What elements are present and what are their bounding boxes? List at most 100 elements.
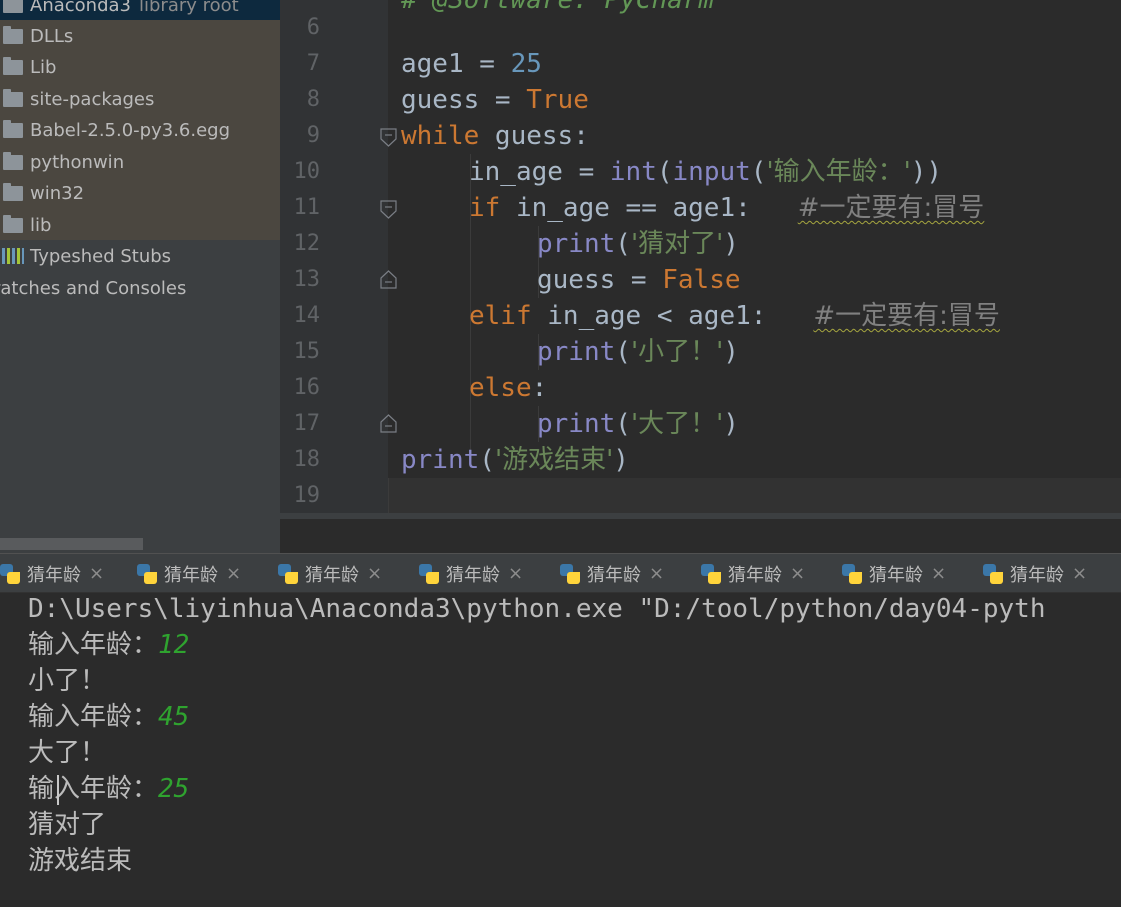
close-icon[interactable]: × <box>790 563 805 584</box>
folder-icon <box>3 151 23 170</box>
code-editor[interactable]: # @Software: PyCharm 6 7 8 9 10 11 12 13… <box>280 0 1121 517</box>
run-tab[interactable]: 猜年龄 × <box>137 554 278 593</box>
python-run-icon <box>137 563 157 584</box>
editor-horizontal-scrollbar[interactable] <box>280 513 1121 519</box>
console-prompt-line: 输入年龄：12 <box>28 627 189 663</box>
tree-item-label: Typeshed Stubs <box>30 245 172 267</box>
code-line-8[interactable]: guess = True <box>401 82 589 118</box>
run-tab-label: 猜年龄 <box>1010 564 1064 586</box>
close-icon[interactable]: × <box>931 563 946 584</box>
run-tab[interactable]: 猜年龄 × <box>0 554 141 593</box>
python-run-icon <box>842 563 862 584</box>
token-string: '小了！' <box>630 337 724 367</box>
code-line-16[interactable]: else: <box>469 370 547 406</box>
token-number: 25 <box>510 49 542 79</box>
current-line-highlight <box>388 478 1121 514</box>
console-output-line: 猜对了 <box>28 810 107 840</box>
tree-item-babel-egg[interactable]: Babel-2.5.0-py3.6.egg <box>0 115 280 145</box>
close-icon[interactable]: × <box>1072 563 1087 584</box>
indent-guide <box>388 478 389 514</box>
token-paren: ) <box>723 229 739 259</box>
run-tab[interactable]: 猜年龄 × <box>419 554 560 593</box>
console-prompt-line: 输入年龄：45 <box>28 699 189 735</box>
token-builtin: print <box>537 229 616 259</box>
run-console-output[interactable]: D:\Users\liyinhua\Anaconda3\python.exe "… <box>0 593 1121 907</box>
run-tab-label: 猜年龄 <box>587 564 641 586</box>
project-tree-panel[interactable]: Anaconda3 library root DLLs Lib site-pac… <box>0 0 280 553</box>
token-paren: ) <box>723 409 739 439</box>
tree-item-typeshed-stubs[interactable]: Typeshed Stubs <box>0 241 280 271</box>
token-comment: #一定要有:冒号 <box>813 301 1000 331</box>
folder-icon <box>3 119 23 138</box>
tree-item-pythonwin[interactable]: pythonwin <box>0 147 280 177</box>
token-paren: ( <box>615 229 631 259</box>
run-tab[interactable]: 猜年龄 × <box>278 554 419 593</box>
python-run-icon <box>419 563 439 584</box>
token-text: in_age < age1: <box>531 301 814 331</box>
fold-end-marker-icon[interactable] <box>380 270 397 289</box>
line-number: 17 <box>293 411 321 436</box>
line-number: 8 <box>306 87 320 112</box>
line-number: 10 <box>293 159 321 184</box>
line-number: 7 <box>306 51 320 76</box>
close-icon[interactable]: × <box>508 563 523 584</box>
close-icon[interactable]: × <box>89 563 104 584</box>
tree-item-lib-lower[interactable]: lib <box>0 210 280 240</box>
code-line-15[interactable]: print('小了！') <box>537 334 739 370</box>
token-keyword: if <box>469 193 501 223</box>
folder-icon <box>3 25 23 44</box>
token-variable: in_age <box>469 157 563 187</box>
code-line-7[interactable]: age1 = 25 <box>401 46 542 82</box>
token-string: '游戏结束' <box>494 445 614 475</box>
token-builtin: int <box>609 157 657 187</box>
token-string: '输入年龄：' <box>766 157 911 187</box>
code-line-11[interactable]: if in_age == age1: #一定要有:冒号 <box>469 190 984 226</box>
token-variable: guess <box>401 85 480 115</box>
close-icon[interactable]: × <box>226 563 241 584</box>
token-operator: = <box>463 49 511 79</box>
console-prompt-line: 输入年龄：25 <box>28 771 189 807</box>
run-tab[interactable]: 猜年龄 × <box>701 554 842 593</box>
tree-item-dlls[interactable]: DLLs <box>0 21 280 51</box>
code-line-10[interactable]: in_age = int(input('输入年龄：')) <box>469 154 942 190</box>
tree-item-lib[interactable]: Lib <box>0 52 280 82</box>
token-paren: ( <box>479 445 495 475</box>
code-line-17[interactable]: print('大了！') <box>537 406 739 442</box>
token-paren: ( <box>750 157 767 187</box>
fold-marker-icon[interactable] <box>380 200 397 219</box>
code-line-14[interactable]: elif in_age < age1: #一定要有:冒号 <box>469 298 1000 334</box>
token-keyword: while <box>401 121 480 151</box>
tree-item-site-packages[interactable]: site-packages <box>0 84 280 114</box>
run-tab[interactable]: 猜年龄 × <box>560 554 701 593</box>
fold-marker-icon[interactable] <box>380 128 397 147</box>
token-variable: age1 <box>401 49 464 79</box>
tree-item-label: Anaconda3 <box>30 0 131 16</box>
run-tab[interactable]: 猜年龄 × <box>842 554 983 593</box>
code-line-12[interactable]: print('猜对了') <box>537 226 739 262</box>
run-tab[interactable]: 猜年龄 × <box>983 554 1121 593</box>
tree-item-scratches[interactable]: ratches and Consoles <box>0 273 273 303</box>
sidebar-horizontal-scrollbar[interactable] <box>0 538 143 550</box>
token-operator: = <box>479 85 527 115</box>
token-keyword: True <box>526 85 589 115</box>
code-line-18[interactable]: print('游戏结束') <box>401 442 629 478</box>
token-paren: ( <box>656 157 673 187</box>
code-line-9[interactable]: while guess: <box>401 118 589 154</box>
console-output-line: 游戏结束 <box>28 846 133 876</box>
console-user-input: 25 <box>158 774 190 804</box>
tree-item-label: site-packages <box>30 88 155 110</box>
close-icon[interactable]: × <box>367 563 382 584</box>
line-number: 13 <box>293 267 321 292</box>
tree-item-label: DLLs <box>30 25 74 47</box>
tree-item-label: Lib <box>30 56 57 78</box>
run-tab-label: 猜年龄 <box>446 564 500 586</box>
line-number: 9 <box>306 123 320 148</box>
token-string: '大了！' <box>630 409 724 439</box>
tree-item-win32[interactable]: win32 <box>0 178 280 208</box>
tree-item-label: pythonwin <box>30 151 125 173</box>
tree-item-anaconda3[interactable]: Anaconda3 library root <box>0 0 280 20</box>
fold-end-marker-icon[interactable] <box>380 414 397 433</box>
close-icon[interactable]: × <box>649 563 664 584</box>
code-line-13[interactable]: guess = False <box>537 262 741 298</box>
line-number: 11 <box>293 195 321 220</box>
